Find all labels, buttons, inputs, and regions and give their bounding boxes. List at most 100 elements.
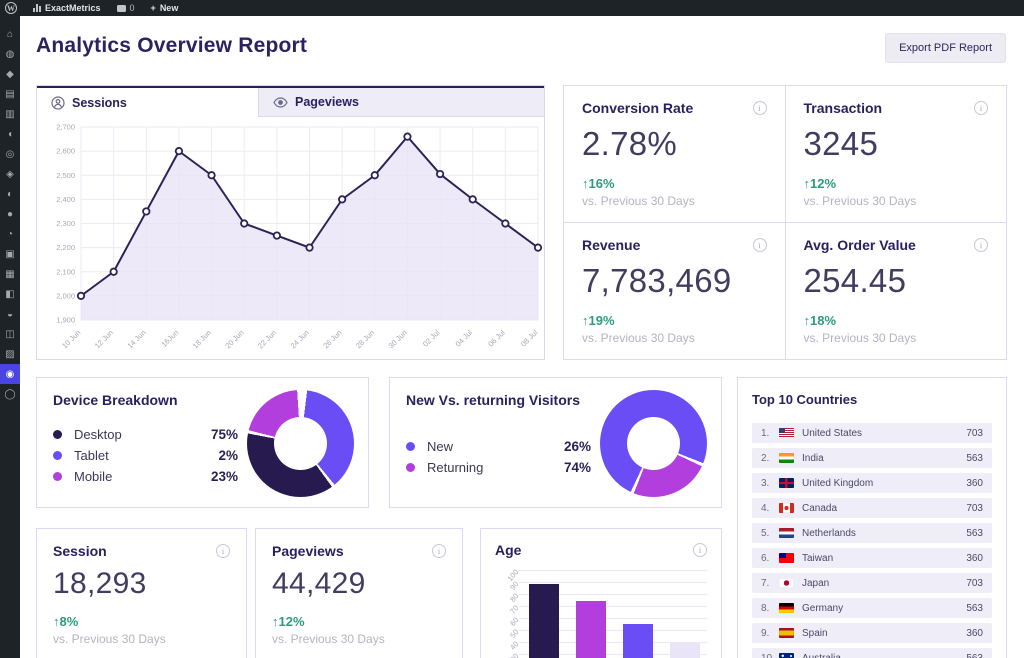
kpi-trend: 18% (810, 313, 836, 328)
tab-pageviews-label: Pageviews (295, 95, 359, 109)
legend-row-returning: Returning 74% (406, 457, 591, 478)
pageviews-value: 44,429 (272, 567, 446, 601)
marketing-icon[interactable]: ◈ (0, 164, 20, 184)
country-value: 563 (966, 653, 983, 658)
exactmetrics-icon[interactable]: ◉ (0, 364, 20, 384)
kpi-title: Conversion Rate (582, 100, 693, 116)
country-row: 10.Australia563 (752, 648, 992, 658)
svg-text:2,600: 2,600 (56, 147, 75, 156)
country-row: 6.Taiwan360 (752, 548, 992, 568)
loop-icon[interactable]: ◒ (0, 304, 20, 324)
settings-icon[interactable]: ▣ (0, 244, 20, 264)
country-rank: 7. (761, 578, 779, 589)
site-health-icon[interactable]: ◍ (0, 44, 20, 64)
info-icon[interactable]: i (974, 238, 988, 252)
duplicate-icon[interactable]: ◧ (0, 284, 20, 304)
country-rank: 2. (761, 453, 779, 464)
export-pdf-button[interactable]: Export PDF Report (885, 33, 1006, 63)
flag-india-icon (779, 453, 794, 463)
country-row: 9.Spain360 (752, 623, 992, 643)
svg-text:24 Jun: 24 Jun (289, 328, 311, 350)
info-icon[interactable]: i (753, 238, 767, 252)
info-icon[interactable]: i (753, 101, 767, 115)
analytics-overview-page: W ExactMetrics 0 + New ⌂◍◆▤▥◖◎◈◐●◔▣▦◧◒◫▨… (0, 0, 1024, 658)
age-bar (576, 601, 606, 658)
legend-label: Returning (427, 460, 543, 475)
legend-value: 75% (190, 427, 238, 442)
mobile-dot-icon (53, 472, 62, 481)
eye-icon (273, 97, 288, 108)
pages-icon[interactable]: ▥ (0, 104, 20, 124)
kpi-grid: Conversion Rate i 2.78% ↑16% vs. Previou… (563, 85, 1007, 360)
kpi-period: vs. Previous 30 Days (582, 331, 767, 345)
country-name: Netherlands (802, 528, 966, 539)
country-name: United States (802, 428, 966, 439)
svg-text:2,500: 2,500 (56, 171, 75, 180)
media-icon[interactable]: ▤ (0, 84, 20, 104)
flag-spain-icon (779, 628, 794, 638)
legend-value: 2% (190, 448, 238, 463)
kpi-period: vs. Previous 30 Days (582, 194, 767, 208)
country-name: India (802, 453, 966, 464)
pageviews-summary-card: Pageviews i 44,429 ↑12% vs. Previous 30 … (255, 528, 463, 658)
country-rank: 9. (761, 628, 779, 639)
country-value: 563 (966, 603, 983, 614)
legend-row-mobile: Mobile 23% (53, 466, 238, 487)
new-dot-icon (406, 442, 415, 451)
session-trend: 8% (60, 614, 79, 629)
wordpress-logo-icon: W (5, 2, 17, 14)
country-rank: 3. (761, 478, 779, 489)
collapse-icon[interactable]: ◯ (0, 384, 20, 404)
kpi-title: Transaction (804, 100, 883, 116)
svg-text:2,200: 2,200 (56, 243, 75, 252)
kpi-period: vs. Previous 30 Days (804, 331, 989, 345)
adminbar-exactmetrics[interactable]: ExactMetrics (33, 3, 101, 13)
device-breakdown-donut-chart (247, 390, 354, 497)
desktop-dot-icon (53, 430, 62, 439)
age-bar (670, 643, 700, 658)
tab-pageviews[interactable]: Pageviews (259, 88, 544, 117)
adminbar-new[interactable]: + New (151, 3, 179, 13)
svg-text:28 Jun: 28 Jun (354, 328, 376, 350)
session-value: 18,293 (53, 567, 230, 601)
age-card: Age i 10090807060504030 (480, 528, 722, 658)
appearance-icon[interactable]: ◐ (0, 184, 20, 204)
kpi-value: 2.78% (582, 125, 767, 163)
svg-text:08 Jul: 08 Jul (519, 328, 540, 349)
svg-text:2,300: 2,300 (56, 219, 75, 228)
store-icon[interactable]: ◎ (0, 144, 20, 164)
layout-icon[interactable]: ▦ (0, 264, 20, 284)
tools-icon[interactable]: ◔ (0, 224, 20, 244)
tab-sessions[interactable]: Sessions (37, 88, 259, 117)
svg-text:02 Jul: 02 Jul (421, 328, 442, 349)
session-summary-card: Session i 18,293 ↑8% vs. Previous 30 Day… (36, 528, 247, 658)
kpi-value: 254.45 (804, 262, 989, 300)
visitors-donut-chart (600, 390, 707, 497)
chart-tabs: Sessions Pageviews (37, 86, 544, 117)
pageviews-trend: 12% (279, 614, 305, 629)
info-icon[interactable]: i (432, 544, 446, 558)
svg-text:14 Jun: 14 Jun (125, 328, 147, 350)
posts-icon[interactable]: ◆ (0, 64, 20, 84)
adminbar-comments[interactable]: 0 (117, 3, 135, 13)
wp-logo-menu[interactable]: W (5, 2, 17, 14)
kpi-transaction: Transaction i 3245 ↑12% vs. Previous 30 … (786, 86, 1007, 222)
gallery-icon[interactable]: ▨ (0, 344, 20, 364)
info-icon[interactable]: i (216, 544, 230, 558)
legend-value: 23% (190, 469, 238, 484)
age-title: Age (495, 542, 521, 558)
tablet-dot-icon (53, 451, 62, 460)
country-name: Spain (802, 628, 966, 639)
sessions-chart-card: Sessions Pageviews 2,7002,6002,5002,4002… (36, 85, 545, 360)
country-rank: 1. (761, 428, 779, 439)
adminbar-site-name: ExactMetrics (45, 3, 101, 13)
comments-icon[interactable]: ◖ (0, 124, 20, 144)
country-row: 2.India563 (752, 448, 992, 468)
mail-icon[interactable]: ◫ (0, 324, 20, 344)
plus-icon: + (151, 3, 156, 13)
users-icon[interactable]: ● (0, 204, 20, 224)
dashboard-icon[interactable]: ⌂ (0, 24, 20, 44)
country-row: 7.Japan703 (752, 573, 992, 593)
info-icon[interactable]: i (693, 543, 707, 557)
info-icon[interactable]: i (974, 101, 988, 115)
